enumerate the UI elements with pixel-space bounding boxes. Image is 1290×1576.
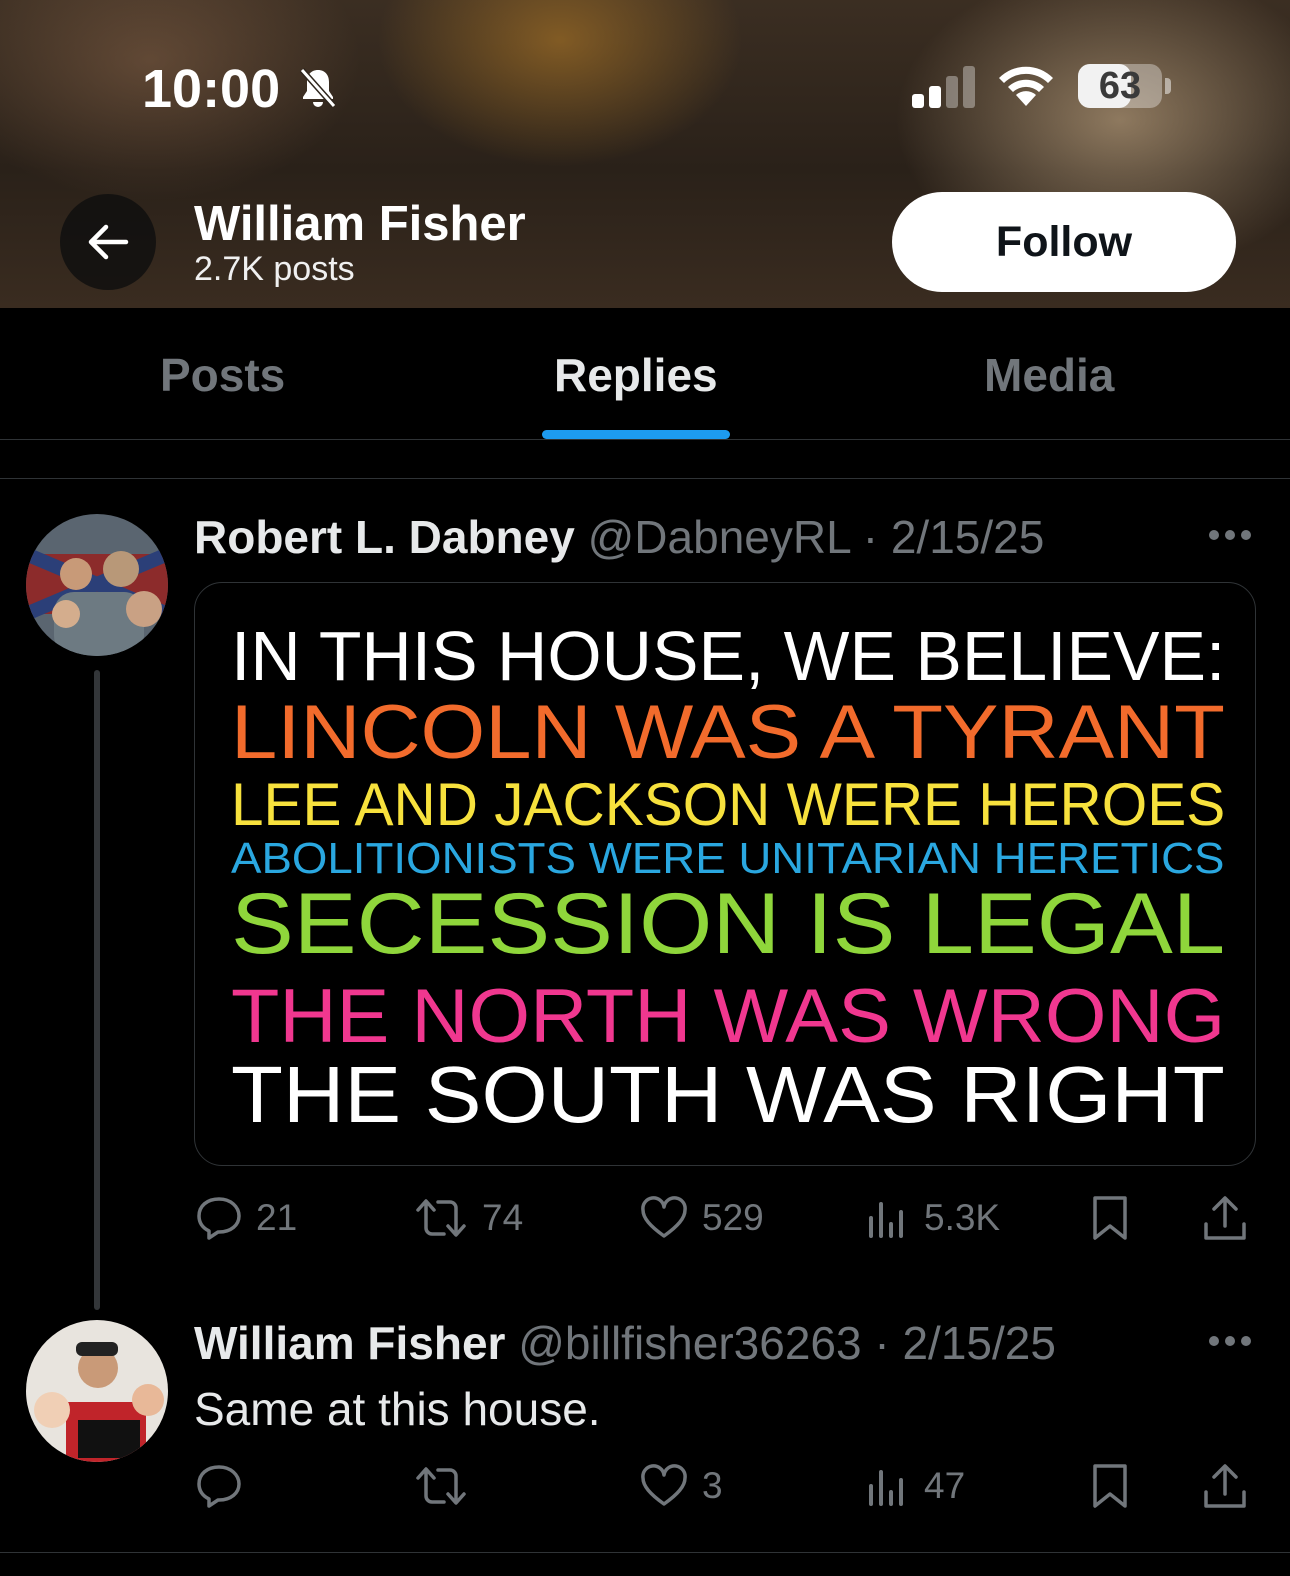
wifi-icon bbox=[999, 66, 1053, 106]
profile-name: William Fisher bbox=[194, 197, 526, 251]
repost-icon bbox=[416, 1199, 466, 1237]
divider bbox=[0, 478, 1290, 479]
avatar-robert-dabney[interactable] bbox=[26, 514, 168, 656]
author-name[interactable]: William Fisher bbox=[194, 1317, 505, 1369]
repost-icon bbox=[416, 1467, 466, 1505]
avatar-william-fisher[interactable] bbox=[26, 1320, 168, 1462]
image-text-line: THE SOUTH WAS RIGHT bbox=[231, 1050, 1225, 1139]
like-count: 529 bbox=[702, 1197, 764, 1238]
views-button[interactable]: 47 bbox=[866, 1464, 965, 1508]
back-button[interactable] bbox=[60, 194, 156, 290]
profile-header: 10:00 63 William Fisher 2.7K posts Follo… bbox=[0, 0, 1290, 308]
views-count: 5.3K bbox=[924, 1197, 1001, 1238]
views-button[interactable]: 5.3K bbox=[866, 1196, 1000, 1240]
meta-separator: · bbox=[861, 1317, 903, 1369]
tab-media[interactable]: Media bbox=[984, 348, 1114, 402]
bookmark-icon[interactable] bbox=[1090, 1462, 1130, 1510]
image-text-line: ABOLITIONISTS WERE UNITARIAN HERETICS bbox=[231, 834, 1225, 883]
post-header: Robert L. Dabney @DabneyRL · 2/15/25 bbox=[194, 510, 1044, 564]
battery-percent: 63 bbox=[1098, 65, 1142, 107]
bell-slash-icon bbox=[299, 68, 337, 108]
share-icon[interactable] bbox=[1202, 1462, 1248, 1510]
author-handle[interactable]: @DabneyRL bbox=[588, 511, 850, 563]
active-tab-indicator bbox=[542, 430, 730, 439]
heart-icon bbox=[641, 1196, 687, 1238]
status-time: 10:00 bbox=[142, 59, 281, 119]
repost-button[interactable] bbox=[414, 1464, 482, 1508]
image-text-line: IN THIS HOUSE, WE BELIEVE: bbox=[231, 617, 1226, 695]
cellular-signal-icon bbox=[912, 66, 975, 108]
follow-button[interactable]: Follow bbox=[892, 192, 1236, 292]
battery-indicator: 63 bbox=[1078, 64, 1162, 108]
avatar-image bbox=[26, 514, 168, 656]
views-chart-icon bbox=[869, 1202, 903, 1238]
tab-posts[interactable]: Posts bbox=[160, 348, 285, 402]
post-date[interactable]: 2/15/25 bbox=[891, 511, 1044, 563]
more-options-icon[interactable] bbox=[1208, 1334, 1252, 1348]
views-count: 47 bbox=[924, 1465, 966, 1506]
post-image[interactable]: IN THIS HOUSE, WE BELIEVE: LINCOLN WAS A… bbox=[194, 582, 1256, 1166]
like-button[interactable]: 3 bbox=[640, 1464, 723, 1508]
reply-icon bbox=[197, 1197, 241, 1240]
profile-posts-count: 2.7K posts bbox=[194, 250, 355, 288]
arrow-left-icon bbox=[88, 224, 129, 260]
image-text-line: LEE AND JACKSON WERE HEROES bbox=[231, 771, 1226, 838]
heart-icon bbox=[641, 1464, 687, 1506]
repost-button[interactable]: 74 bbox=[414, 1196, 523, 1240]
tab-replies[interactable]: Replies bbox=[554, 348, 718, 402]
views-chart-icon bbox=[869, 1470, 903, 1506]
reply-button[interactable] bbox=[196, 1464, 256, 1508]
image-text-line: SECESSION IS LEGAL bbox=[231, 876, 1226, 972]
like-count: 3 bbox=[702, 1465, 723, 1506]
reply-count: 21 bbox=[256, 1197, 298, 1238]
battery-cap bbox=[1165, 78, 1171, 94]
share-icon[interactable] bbox=[1202, 1194, 1248, 1242]
meta-separator: · bbox=[849, 511, 891, 563]
bookmark-icon[interactable] bbox=[1090, 1194, 1130, 1242]
image-text-line: LINCOLN WAS A TYRANT bbox=[231, 690, 1225, 775]
like-button[interactable]: 529 bbox=[640, 1196, 764, 1240]
post-text: Same at this house. bbox=[194, 1383, 601, 1435]
thread-line bbox=[94, 670, 100, 1310]
avatar-image bbox=[26, 1320, 168, 1462]
reply-button[interactable]: 21 bbox=[196, 1196, 297, 1240]
reply-icon bbox=[197, 1465, 241, 1508]
post-date[interactable]: 2/15/25 bbox=[902, 1317, 1055, 1369]
more-options-icon[interactable] bbox=[1208, 528, 1252, 542]
post-header: William Fisher @billfisher36263 · 2/15/2… bbox=[194, 1316, 1056, 1370]
author-handle[interactable]: @billfisher36263 bbox=[518, 1317, 861, 1369]
author-name[interactable]: Robert L. Dabney bbox=[194, 511, 575, 563]
repost-count: 74 bbox=[482, 1197, 524, 1238]
divider bbox=[0, 1552, 1290, 1553]
image-text-line: THE NORTH WAS WRONG bbox=[231, 974, 1226, 1059]
profile-tabs: Posts Replies Media bbox=[0, 308, 1290, 440]
